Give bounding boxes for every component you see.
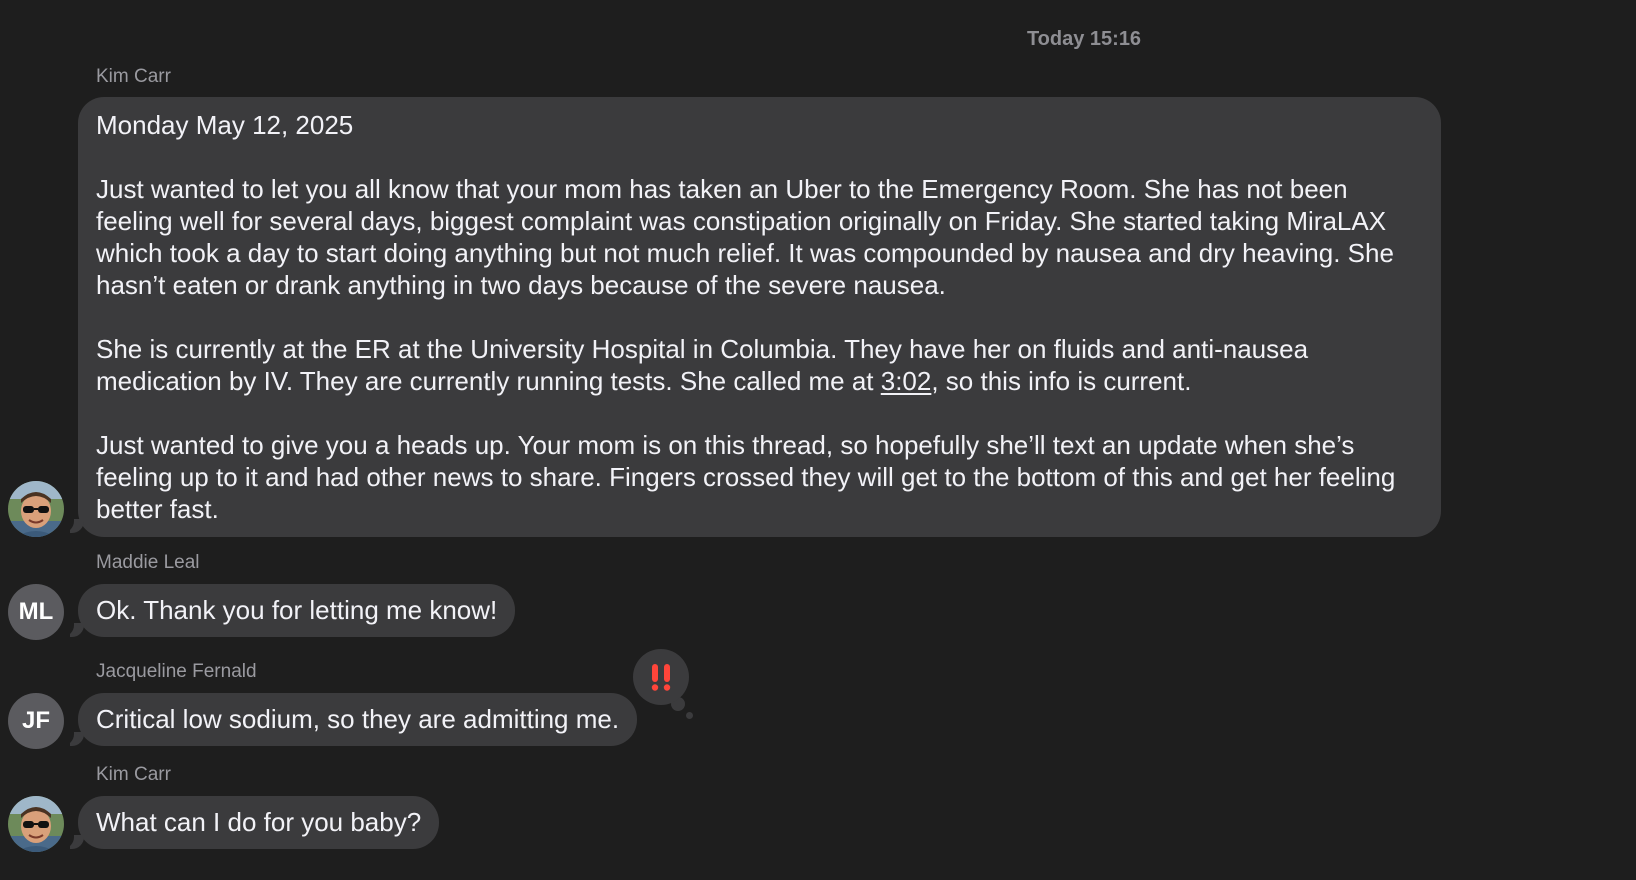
avatar-kim-carr[interactable] bbox=[8, 796, 64, 852]
message-bubble[interactable]: Ok. Thank you for letting me know! bbox=[78, 584, 516, 637]
tapback-dot bbox=[686, 712, 693, 719]
tapback-reaction[interactable] bbox=[633, 649, 689, 705]
avatar-photo-icon bbox=[8, 796, 64, 852]
message-paragraph: She is currently at the ER at the Univer… bbox=[96, 333, 1423, 397]
message-text: What can I do for you baby? bbox=[96, 807, 422, 837]
message-bubble[interactable]: Monday May 12, 2025 Just wanted to let y… bbox=[78, 97, 1441, 537]
avatar-initials[interactable]: JF bbox=[8, 693, 64, 749]
thread-timestamp: Today 15:16 bbox=[1026, 28, 1142, 50]
message-paragraph: Just wanted to give you a heads up. Your… bbox=[96, 430, 1396, 524]
message-text: Critical low sodium, so they are admitti… bbox=[96, 704, 620, 734]
avatar-initials[interactable]: ML bbox=[8, 584, 64, 640]
bubble-tail bbox=[60, 617, 84, 637]
sender-name: Kim Carr bbox=[96, 764, 171, 785]
message-text: Ok. Thank you for letting me know! bbox=[96, 595, 498, 625]
bubble-tail bbox=[60, 829, 84, 849]
bubble-tail bbox=[60, 726, 84, 746]
message-bubble[interactable]: What can I do for you baby? bbox=[78, 796, 440, 849]
bubble-tail bbox=[60, 513, 84, 533]
time-link[interactable]: 3:02 bbox=[881, 366, 932, 396]
message-bubble[interactable]: Critical low sodium, so they are admitti… bbox=[78, 693, 638, 746]
message-date-line: Monday May 12, 2025 bbox=[96, 110, 354, 140]
avatar-kim-carr[interactable] bbox=[8, 481, 64, 537]
message-thread: Today 15:16 Kim Carr Monday May 12, 2025… bbox=[0, 0, 1636, 880]
double-exclamation-icon bbox=[651, 664, 671, 691]
message-paragraph: Just wanted to let you all know that you… bbox=[96, 174, 1394, 300]
avatar-photo-icon bbox=[8, 481, 64, 537]
sender-name: Kim Carr bbox=[96, 66, 171, 87]
sender-name: Maddie Leal bbox=[96, 552, 200, 573]
message-text: , so this info is current. bbox=[931, 366, 1192, 396]
sender-name: Jacqueline Fernald bbox=[96, 661, 257, 682]
